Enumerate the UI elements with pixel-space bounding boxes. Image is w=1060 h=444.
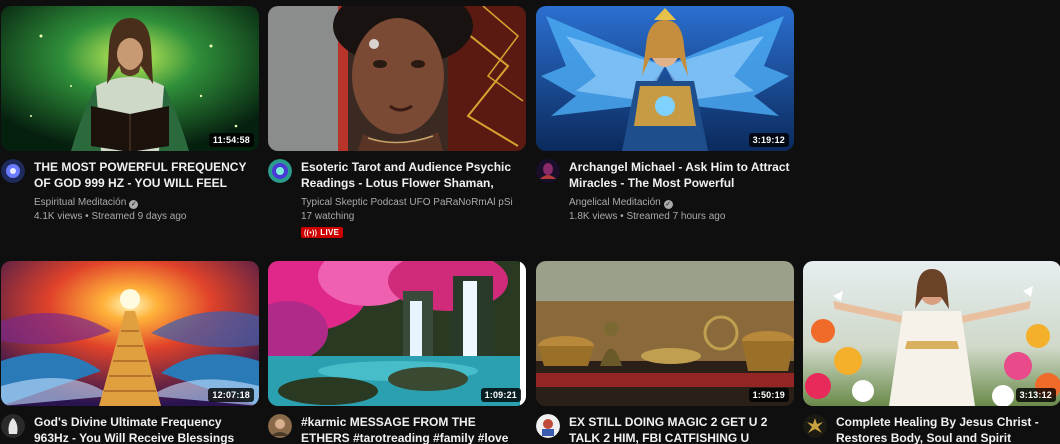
- channel-avatar[interactable]: [268, 414, 292, 438]
- video-stats: 1.8K views • Streamed 7 hours ago: [569, 211, 725, 222]
- thumbnail-image-stairway-sunrise: [1, 261, 259, 406]
- thumbnail-image-jesus-reading: [1, 6, 259, 151]
- video-title[interactable]: Archangel Michael - Ask Him to Attract M…: [569, 159, 791, 191]
- video-duration: 12:07:18: [208, 388, 254, 402]
- video-card[interactable]: 1:50:19 EX STILL DOING MAGIC 2 GET U 2 T…: [536, 261, 794, 444]
- channel-name-text: Angelical Meditación: [569, 197, 661, 208]
- thumbnail-image-singing-bowls: [536, 261, 794, 406]
- video-thumbnail[interactable]: 3:19:12: [536, 6, 794, 151]
- video-thumbnail[interactable]: [268, 6, 526, 151]
- video-thumbnail[interactable]: 11:54:58: [1, 6, 259, 151]
- stream-age: Streamed 7 hours ago: [626, 211, 726, 222]
- live-broadcast-icon: ((•)): [304, 230, 318, 237]
- video-card[interactable]: 11:54:58 THE MOST POWERFUL FREQUENCY OF …: [1, 6, 259, 222]
- view-count: 4.1K views: [34, 211, 83, 222]
- channel-avatar[interactable]: [803, 414, 827, 438]
- video-thumbnail[interactable]: 1:50:19: [536, 261, 794, 406]
- video-duration: 1:50:19: [748, 388, 789, 402]
- video-card[interactable]: Esoteric Tarot and Audience Psychic Read…: [268, 6, 526, 238]
- separator-dot: •: [620, 211, 624, 222]
- video-duration: 3:19:12: [748, 133, 789, 147]
- check-circle-icon: ✓: [129, 200, 139, 209]
- video-duration: 3:13:12: [1015, 388, 1056, 402]
- video-thumbnail[interactable]: 3:13:12: [803, 261, 1060, 406]
- channel-name-text: Typical Skeptic Podcast UFO PaRaNoRmAl p…: [301, 197, 513, 208]
- video-title[interactable]: Esoteric Tarot and Audience Psychic Read…: [301, 159, 523, 191]
- channel-avatar[interactable]: [1, 159, 25, 183]
- channel-avatar[interactable]: [1, 414, 25, 438]
- video-title[interactable]: Complete Healing By Jesus Christ - Resto…: [836, 414, 1058, 444]
- video-thumbnail[interactable]: 1:09:21: [268, 261, 526, 406]
- channel-name-text: Espiritual Meditación: [34, 197, 127, 208]
- thumbnail-image-jesus-flowers: [803, 261, 1060, 406]
- thumbnail-image-archangel: [536, 6, 794, 151]
- channel-name[interactable]: Angelical Meditación ✓: [569, 197, 673, 209]
- video-card[interactable]: 12:07:18 God's Divine Ultimate Frequency…: [1, 261, 259, 444]
- live-label: LIVE: [320, 228, 340, 237]
- video-title[interactable]: #karmic MESSAGE FROM THE ETHERS #tarotre…: [301, 414, 523, 444]
- channel-name[interactable]: Espiritual Meditación ✓: [34, 197, 139, 209]
- thumbnail-image-waterfall: [268, 261, 526, 406]
- channel-avatar[interactable]: [536, 414, 560, 438]
- video-title[interactable]: THE MOST POWERFUL FREQUENCY OF GOD 999 H…: [34, 159, 256, 191]
- video-duration: 11:54:58: [208, 133, 254, 147]
- video-thumbnail[interactable]: 12:07:18: [1, 261, 259, 406]
- video-card[interactable]: 3:19:12 Archangel Michael - Ask Him to A…: [536, 6, 794, 222]
- video-title[interactable]: EX STILL DOING MAGIC 2 GET U 2 TALK 2 HI…: [569, 414, 791, 444]
- stream-age: Streamed 9 days ago: [91, 211, 187, 222]
- thumbnail-image-woman-portrait: [268, 6, 526, 151]
- video-title[interactable]: God's Divine Ultimate Frequency 963Hz - …: [34, 414, 256, 444]
- watching-count: 17 watching: [301, 211, 355, 222]
- video-card[interactable]: 1:09:21 #karmic MESSAGE FROM THE ETHERS …: [268, 261, 526, 444]
- channel-avatar[interactable]: [536, 159, 560, 183]
- separator-dot: •: [85, 211, 89, 222]
- live-badge: ((•)) LIVE: [301, 227, 344, 238]
- video-stats: 4.1K views • Streamed 9 days ago: [34, 211, 187, 222]
- channel-avatar[interactable]: [268, 159, 292, 183]
- channel-name[interactable]: Typical Skeptic Podcast UFO PaRaNoRmAl p…: [301, 197, 513, 208]
- view-count: 1.8K views: [569, 211, 618, 222]
- check-circle-icon: ✓: [663, 200, 673, 209]
- video-card[interactable]: 3:13:12 Complete Healing By Jesus Christ…: [803, 261, 1060, 444]
- video-grid: 11:54:58 THE MOST POWERFUL FREQUENCY OF …: [0, 0, 1060, 444]
- video-duration: 1:09:21: [480, 388, 521, 402]
